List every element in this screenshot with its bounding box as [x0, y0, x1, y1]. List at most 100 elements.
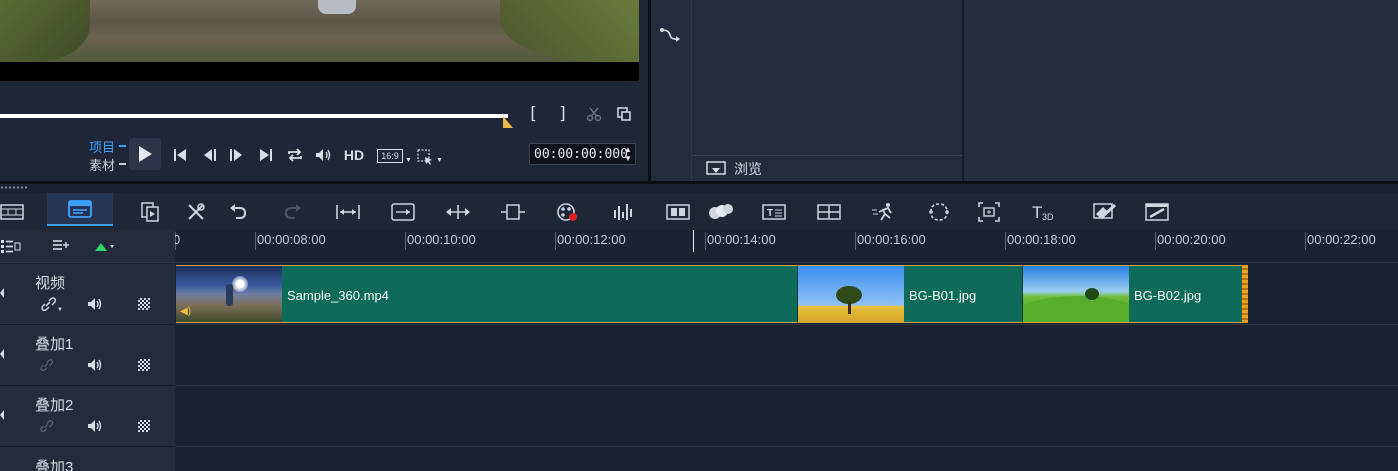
- clip-thumbnail: [1023, 266, 1129, 322]
- timeline-clip[interactable]: ◀) Sample_360.mp4: [176, 265, 797, 323]
- ruler-tick: [855, 232, 856, 250]
- project-mode-label[interactable]: 项目: [89, 137, 115, 156]
- repeat-icon[interactable]: [284, 144, 306, 166]
- crop-select-icon[interactable]: [416, 148, 434, 166]
- ruler-tick-label: 00:00:08:00: [257, 232, 326, 247]
- crop-dropdown-icon[interactable]: ▼: [436, 157, 444, 164]
- undo-icon[interactable]: [222, 193, 254, 230]
- grip-handle[interactable]: [0, 186, 28, 189]
- track-volume-icon[interactable]: [86, 357, 104, 373]
- video-preview[interactable]: [0, 0, 639, 81]
- ruler-tick-label: 00:00:12:00: [557, 232, 626, 247]
- timeline-splitter[interactable]: [0, 181, 1398, 184]
- link-icon[interactable]: [38, 357, 56, 373]
- ruler-tick-label: 00:00:10:00: [407, 232, 476, 247]
- split-icon[interactable]: [442, 193, 474, 230]
- timeline-toolbar: T T 3D: [0, 193, 1398, 230]
- motion-tracking-icon[interactable]: [705, 193, 737, 230]
- svg-text:3D: 3D: [1042, 212, 1054, 222]
- ripple-edit-icon[interactable]: [497, 193, 529, 230]
- track-header-overlay2[interactable]: 叠加2: [0, 386, 175, 447]
- clip-name: BG-B01.jpg: [909, 288, 977, 303]
- clip-thumbnail: ◀): [176, 266, 282, 322]
- ruler-tick: [1155, 232, 1156, 250]
- collapse-arrow-icon[interactable]: [0, 349, 4, 359]
- tools-icon[interactable]: [180, 193, 212, 230]
- fit-project-icon[interactable]: [332, 193, 364, 230]
- record-capture-icon[interactable]: [552, 193, 584, 230]
- mark-in-button[interactable]: [: [524, 104, 542, 124]
- track-header-overlay3[interactable]: 叠加3: [0, 447, 175, 471]
- copy-frame-icon[interactable]: [614, 104, 634, 124]
- track-header-overlay1[interactable]: 叠加1: [0, 325, 175, 386]
- track-transparency-icon[interactable]: [135, 357, 153, 373]
- track-manager-icon[interactable]: [0, 238, 22, 254]
- timecode-field[interactable]: 00:00:00:000: [529, 143, 636, 165]
- ruler-tick-label: 0: [175, 232, 181, 247]
- next-frame-icon[interactable]: [226, 145, 246, 165]
- track-volume-icon[interactable]: [86, 418, 104, 434]
- transition-curve-icon[interactable]: [658, 24, 682, 44]
- previous-frame-icon[interactable]: [200, 145, 220, 165]
- clip-mode-indicator: [119, 163, 126, 165]
- link-icon[interactable]: [40, 296, 58, 312]
- redo-icon[interactable]: [277, 193, 309, 230]
- collapse-arrow-icon[interactable]: [0, 288, 4, 298]
- import-media-icon[interactable]: [134, 193, 166, 230]
- track-transparency-icon[interactable]: [135, 418, 153, 434]
- timeline-view-icon: [68, 199, 92, 218]
- ruler-ticks: 0 00:00:08:00 00:00:10:00 00:00:12:00 00…: [175, 230, 1398, 263]
- timeline-clip[interactable]: BG-B02.jpg: [1022, 265, 1243, 323]
- track-header-video[interactable]: 视频 ▼: [0, 264, 175, 325]
- track-lane-overlay3[interactable]: [175, 447, 1398, 471]
- audio-mixer-icon[interactable]: [607, 193, 639, 230]
- chapter-marker-icon[interactable]: [94, 240, 116, 252]
- ruler-tick-label: 00:00:14:00: [707, 232, 776, 247]
- timeline-clip[interactable]: BG-B01.jpg: [797, 265, 1022, 323]
- library-panel: [691, 0, 962, 181]
- ruler-tick-label: 00:00:18:00: [1007, 232, 1076, 247]
- film-strip-view-icon[interactable]: [0, 193, 28, 230]
- link-dropdown-icon[interactable]: ▼: [57, 307, 63, 313]
- collapse-arrow-icon[interactable]: [0, 410, 4, 420]
- go-to-start-icon[interactable]: [170, 145, 190, 165]
- svg-text:T: T: [767, 208, 773, 219]
- clip-mode-label[interactable]: 素材: [89, 155, 115, 174]
- pan-zoom-icon[interactable]: [973, 193, 1005, 230]
- go-to-end-icon[interactable]: [256, 145, 276, 165]
- scissors-icon[interactable]: [584, 104, 604, 124]
- track-lane-overlay2[interactable]: [175, 386, 1398, 447]
- browse-icon: [706, 160, 726, 175]
- browse-button[interactable]: 浏览: [692, 155, 962, 181]
- aspect-ratio-button[interactable]: 16:9: [377, 149, 403, 163]
- track-volume-icon[interactable]: [86, 296, 104, 312]
- paint-creator-icon[interactable]: [1089, 193, 1121, 230]
- track-name: 叠加3: [35, 459, 74, 471]
- audio-indicator-icon: ◀): [180, 306, 192, 317]
- video-masking-icon[interactable]: [1141, 193, 1173, 230]
- track-name: 视频: [35, 275, 66, 292]
- hd-toggle-button[interactable]: HD: [340, 145, 368, 165]
- split-screen-icon[interactable]: [813, 193, 845, 230]
- aspect-ratio-dropdown-icon[interactable]: ▼: [405, 157, 413, 164]
- multi-camera-icon[interactable]: [662, 193, 694, 230]
- volume-icon[interactable]: [313, 144, 335, 166]
- timeline-view-button[interactable]: [47, 193, 113, 226]
- title-editor-icon[interactable]: T: [758, 193, 790, 230]
- scrub-bar[interactable]: [0, 114, 508, 118]
- mask-creator-icon[interactable]: [923, 193, 955, 230]
- timecode-stepper[interactable]: ▲ ▼: [622, 145, 634, 163]
- time-remap-icon[interactable]: [868, 193, 900, 230]
- clip-name: BG-B02.jpg: [1134, 288, 1202, 303]
- play-button[interactable]: [129, 138, 161, 170]
- playhead[interactable]: [693, 230, 694, 252]
- 3d-title-icon[interactable]: T 3D: [1028, 193, 1060, 230]
- clip-trim-handle[interactable]: [1242, 265, 1248, 323]
- add-track-icon[interactable]: [50, 238, 72, 254]
- track-transparency-icon[interactable]: [135, 296, 153, 312]
- track-lane-overlay1[interactable]: [175, 325, 1398, 386]
- fit-window-icon[interactable]: [387, 193, 419, 230]
- mark-out-button[interactable]: ]: [554, 104, 572, 124]
- ruler-tick: [1005, 232, 1006, 250]
- link-icon[interactable]: [38, 418, 56, 434]
